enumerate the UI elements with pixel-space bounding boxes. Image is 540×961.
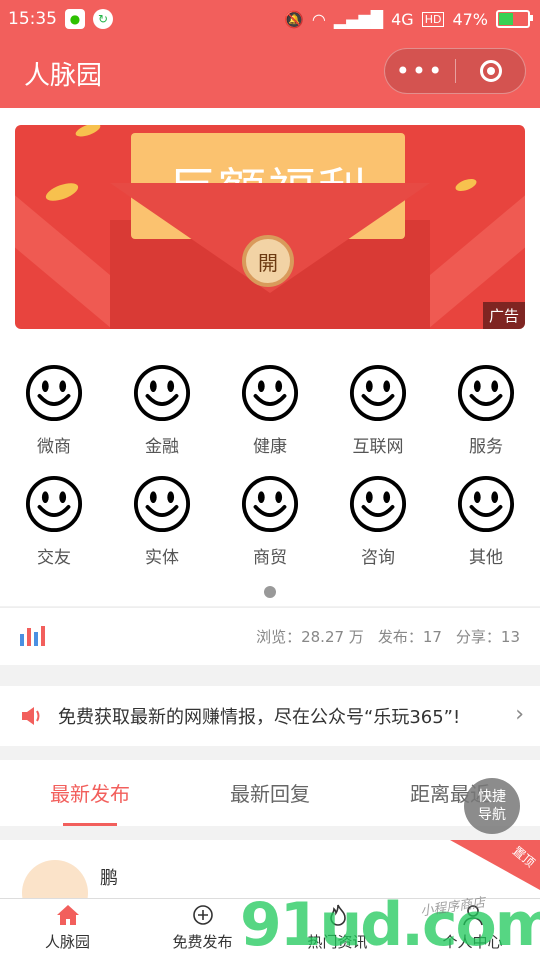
category-label: 交友 [37,548,71,568]
smiley-icon [133,364,191,422]
tabbar-label: 免费发布 [172,933,233,951]
battery-percent: 47% [452,9,488,29]
posts-count: 发布：17 [377,628,442,646]
category-item[interactable]: 微商 [0,364,108,457]
category-item[interactable]: 金融 [108,364,216,457]
coin-icon [453,176,479,194]
category-label: 其他 [469,548,503,568]
ad-banner[interactable]: 巨额福利 開 广告 [15,125,525,329]
home-icon [56,903,80,927]
banner-section: 巨额福利 開 广告 [0,108,540,342]
battery-icon [496,10,533,28]
category-label: 互联网 [352,437,404,457]
nav-bar: 人脉园 ••• [0,38,540,108]
category-item[interactable]: 咨询 [324,475,432,568]
tab-latest-replies[interactable]: 最新回复 [180,760,360,826]
network-label: 4G [391,9,414,29]
category-item[interactable]: 服务 [432,364,540,457]
coin-icon [74,125,102,140]
category-item[interactable]: 其他 [432,475,540,568]
smiley-icon [241,364,299,422]
tab-latest-posts[interactable]: 最新发布 [0,760,180,826]
stats-bar: 浏览：28.27 万 发布：17 分享：13 [0,607,540,665]
category-item[interactable]: 互联网 [324,364,432,457]
open-seal-icon: 開 [242,235,294,287]
smiley-icon [457,475,515,533]
close-miniprogram-button[interactable] [456,60,525,82]
category-label: 实体 [145,548,179,568]
quick-nav-line2: 导航 [478,807,506,823]
views-count: 浏览：28.27 万 [256,628,364,646]
wechat-icon: ● [65,9,85,29]
shares-count: 分享：13 [455,628,520,646]
ad-label: 广告 [482,302,525,329]
category-item[interactable]: 交友 [0,475,108,568]
status-indicators: 🔕 ◠ ▂▄▆█ 4G HD 47% [284,9,533,29]
category-item[interactable]: 实体 [108,475,216,568]
category-label: 微商 [37,437,71,457]
status-time: 15:35 [8,9,57,29]
post-author: 鹏 [100,868,118,889]
speaker-icon [20,704,46,728]
smiley-icon [25,475,83,533]
mute-icon: 🔕 [284,9,304,29]
smiley-icon [457,364,515,422]
smiley-icon [241,475,299,533]
target-icon [479,60,502,82]
more-menu-button[interactable]: ••• [385,57,455,85]
refresh-app-icon: ↻ [93,9,113,29]
add-circle-icon [191,903,215,927]
status-bar: 15:35 ● ↻ 🔕 ◠ ▂▄▆█ 4G HD 47% [0,0,540,38]
notice-text: 免费获取最新的网赚情报，尽在公众号“乐玩365”! [58,707,461,728]
tabbar-item-home[interactable]: 人脉园 [0,899,135,961]
category-grid-section: 微商 金融 健康 互联网 服务交友 实体 商贸 咨询 其他 [0,342,540,606]
wifi-icon: ◠ [311,9,326,29]
quick-nav-button[interactable]: 快捷 导航 [464,778,520,834]
coin-icon [43,179,81,205]
hd-label: HD [421,11,445,27]
tabbar-label: 人脉园 [44,933,90,951]
notice-bar[interactable]: 免费获取最新的网赚情报，尽在公众号“乐玩365”! › [0,686,540,746]
category-item[interactable]: 商贸 [216,475,324,568]
miniprogram-capsule: ••• [384,48,526,94]
smiley-icon [133,475,191,533]
category-label: 健康 [253,437,287,457]
smiley-icon [349,364,407,422]
category-grid: 微商 金融 健康 互联网 服务交友 实体 商贸 咨询 其他 [0,364,540,568]
page-title: 人脉园 [24,61,103,91]
category-item[interactable]: 健康 [216,364,324,457]
quick-nav-line1: 快捷 [478,789,506,805]
category-label: 金融 [145,437,179,457]
chevron-right-icon: › [515,702,524,727]
smiley-icon [349,475,407,533]
signal-icon: ▂▄▆█ [333,9,384,29]
avatar [22,860,88,898]
smiley-icon [25,364,83,422]
stats-chart-icon [20,626,45,646]
category-label: 服务 [469,437,503,457]
category-label: 咨询 [361,548,395,568]
category-label: 商贸 [253,548,287,568]
pager-dot [264,586,276,598]
post-tabs: 最新发布 最新回复 距离最近 [0,760,540,826]
watermark: 91ud.com [240,890,540,960]
